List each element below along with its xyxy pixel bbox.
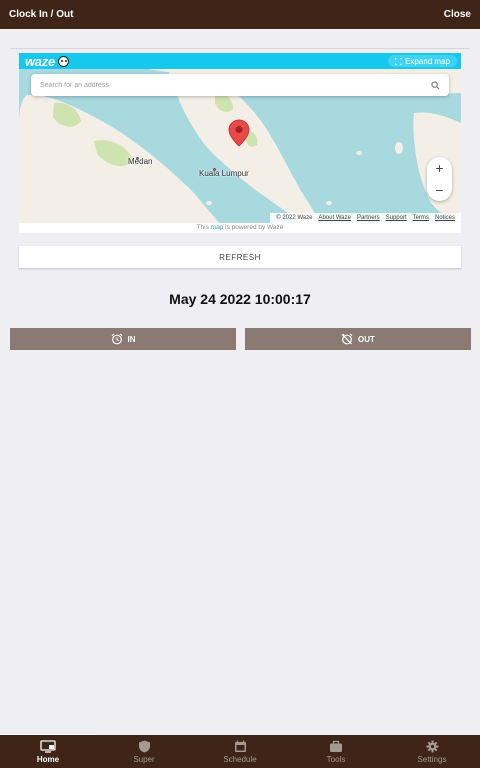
powered-by-waze: This map is powered by Waze: [19, 223, 461, 233]
top-bar: Clock In / Out Close: [0, 0, 480, 29]
briefcase-icon: [330, 740, 342, 752]
zoom-in-button[interactable]: +: [435, 161, 443, 175]
bottom-tab-bar: Home Super Schedule Tools Settings: [0, 735, 480, 768]
map-widget[interactable]: waze Expand map Medan Kuala Lumpur + − ©…: [19, 53, 461, 233]
page-title: Clock In / Out: [9, 9, 74, 20]
terms-link[interactable]: Terms: [413, 215, 429, 221]
tab-settings[interactable]: Settings: [384, 735, 480, 768]
gear-icon: [426, 740, 438, 752]
tab-tools[interactable]: Tools: [288, 735, 384, 768]
address-search[interactable]: [31, 74, 449, 96]
location-pin-icon: [228, 119, 250, 147]
refresh-button[interactable]: REFRESH: [19, 246, 461, 268]
about-waze-link[interactable]: About Waze: [318, 215, 350, 221]
tab-schedule[interactable]: Schedule: [192, 735, 288, 768]
map-footer: © 2022 Waze About Waze Partners Support …: [270, 213, 461, 223]
expand-map-button[interactable]: Expand map: [388, 55, 457, 67]
current-datetime: May 24 2022 10:00:17: [169, 291, 311, 307]
support-link[interactable]: Support: [386, 215, 407, 221]
alarm-off-icon: [341, 333, 353, 345]
waze-face-icon: [57, 55, 69, 67]
partners-link[interactable]: Partners: [357, 215, 380, 221]
search-icon[interactable]: [431, 80, 440, 90]
waze-bar: waze Expand map: [19, 53, 461, 69]
tab-home[interactable]: Home: [0, 735, 96, 768]
tab-super[interactable]: Super: [96, 735, 192, 768]
map-label-medan: Medan: [128, 157, 153, 166]
expand-icon: [395, 57, 403, 65]
map-copyright: © 2022 Waze: [276, 215, 313, 221]
home-icon: [40, 739, 56, 753]
zoom-control: + −: [427, 157, 452, 201]
alarm-clock-icon: [111, 333, 122, 345]
waze-logo: waze: [25, 54, 69, 69]
zoom-out-button[interactable]: −: [435, 183, 443, 197]
clock-out-button[interactable]: OUT: [245, 328, 471, 350]
close-button[interactable]: Close: [444, 9, 471, 20]
divider: [10, 48, 470, 49]
calendar-icon: [234, 740, 246, 752]
search-input[interactable]: [40, 81, 431, 89]
clock-in-button[interactable]: IN: [10, 328, 236, 350]
map-link[interactable]: map: [211, 224, 224, 231]
shield-icon: [138, 740, 150, 752]
notices-link[interactable]: Notices: [435, 215, 455, 221]
map-label-kuala-lumpur: Kuala Lumpur: [199, 169, 249, 178]
